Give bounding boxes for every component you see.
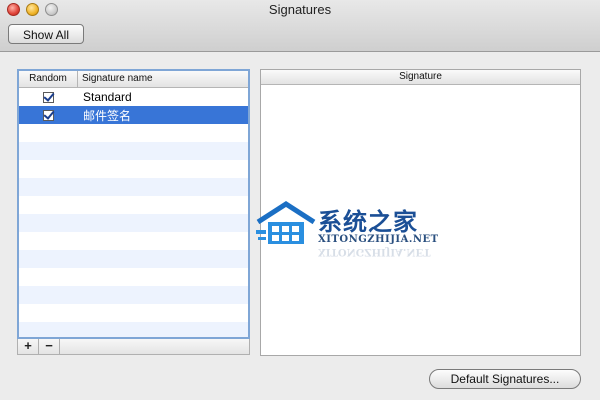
watermark-reflection: XITONGZHIJIA.NET bbox=[318, 246, 431, 257]
empty-row bbox=[19, 178, 248, 196]
column-header-random[interactable]: Random bbox=[19, 71, 78, 87]
empty-row bbox=[19, 322, 248, 337]
empty-row bbox=[19, 196, 248, 214]
table-row[interactable]: Standard bbox=[19, 88, 248, 106]
window-title: Signatures bbox=[268, 2, 332, 17]
column-header-signature-name[interactable]: Signature name bbox=[78, 71, 248, 87]
remove-signature-button[interactable]: − bbox=[39, 339, 60, 354]
title-bar: Signatures Show All bbox=[0, 0, 600, 52]
random-checkbox[interactable] bbox=[42, 91, 54, 103]
default-signatures-button[interactable]: Default Signatures... bbox=[429, 369, 581, 389]
empty-row bbox=[19, 160, 248, 178]
empty-row bbox=[19, 232, 248, 250]
empty-row bbox=[19, 124, 248, 142]
signature-list[interactable]: Random Signature name Standard 邮件签名 bbox=[17, 69, 250, 339]
signature-name: 邮件签名 bbox=[83, 108, 132, 123]
add-signature-button[interactable]: + bbox=[18, 339, 39, 354]
preview-header: Signature bbox=[261, 70, 580, 85]
watermark-domain: XITONGZHIJIA.NET bbox=[318, 234, 439, 245]
empty-row bbox=[19, 268, 248, 286]
empty-row bbox=[19, 304, 248, 322]
signature-name: Standard bbox=[83, 90, 132, 104]
add-remove-bar: + − bbox=[17, 339, 250, 355]
empty-row bbox=[19, 142, 248, 160]
watermark: 系统之家 XITONGZHIJIA.NET XITONGZHIJIA.NET bbox=[256, 198, 476, 278]
empty-row bbox=[19, 214, 248, 232]
table-row[interactable]: 邮件签名 bbox=[19, 106, 248, 124]
show-all-button[interactable]: Show All bbox=[8, 24, 84, 44]
house-logo-icon bbox=[256, 201, 316, 244]
empty-row bbox=[19, 250, 248, 268]
random-checkbox[interactable] bbox=[42, 109, 54, 121]
watermark-chinese: 系统之家 bbox=[318, 208, 418, 236]
empty-row bbox=[19, 286, 248, 304]
signature-list-header: Random Signature name bbox=[19, 71, 248, 88]
